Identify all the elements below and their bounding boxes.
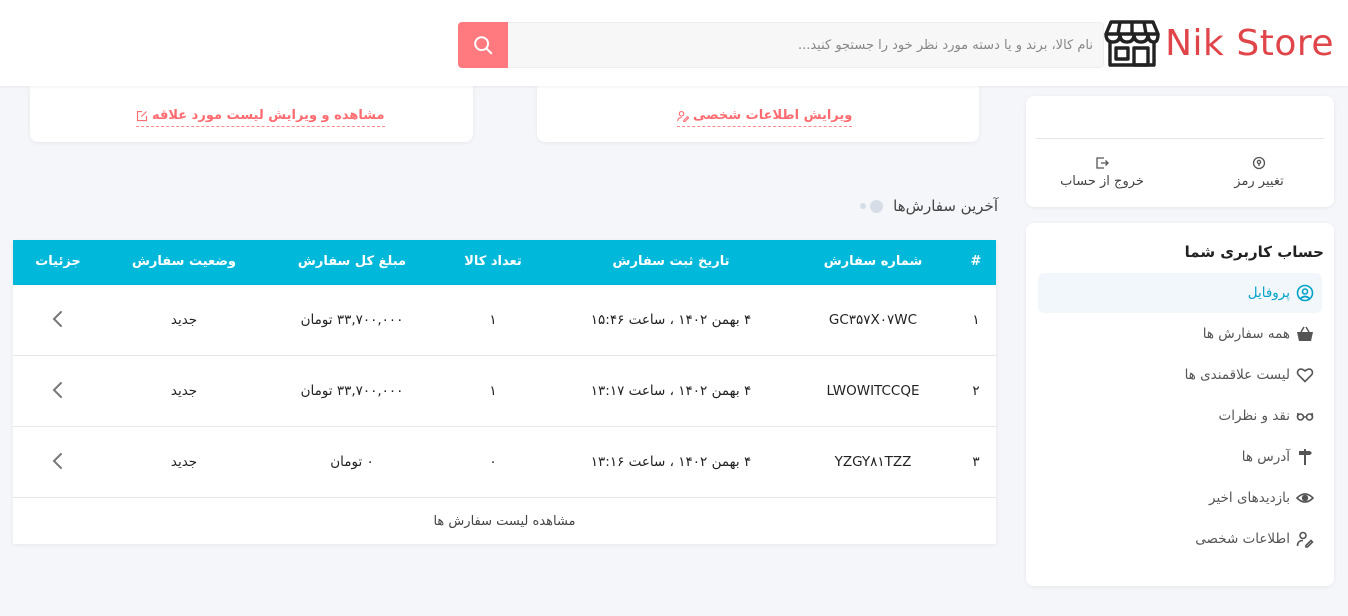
sidebar-item-label: لیست علاقمندی ها (1184, 367, 1290, 383)
cell-status: جدید (170, 454, 198, 470)
cell-index: ۱ (972, 312, 980, 328)
table-row: ۱ GC۳۵۷X۰۷WC ۴ بهمن ۱۴۰۲ ، ساعت ۱۵:۴۶ ۱ … (13, 285, 996, 356)
table-row: ۳ YZGY۸۱TZZ ۴ بهمن ۱۴۰۲ ، ساعت ۱۳:۱۶ ۰ ۰… (13, 427, 996, 498)
table-row: ۲ LWOWITCCQE ۴ بهمن ۱۴۰۲ ، ساعت ۱۳:۱۷ ۱ … (13, 356, 996, 427)
latest-orders-title: آخرین سفارش‌ها (860, 197, 998, 215)
user-edit-icon (677, 110, 689, 122)
orders-table: # شماره سفارش تاریخ ثبت سفارش تعداد کالا… (13, 240, 996, 544)
edit-icon (136, 110, 148, 121)
heart-icon (1296, 368, 1314, 383)
cell-date: ۴ بهمن ۱۴۰۲ ، ساعت ۱۵:۴۶ (590, 312, 752, 328)
logout-label: خروج از حساب (1060, 174, 1144, 189)
account-actions-card: تغییر رمز خروج از حساب (1026, 96, 1334, 207)
chevron-left-icon[interactable] (49, 309, 67, 329)
logout-button[interactable]: خروج از حساب (1032, 156, 1172, 189)
wishlist-link[interactable]: مشاهده و ویرایش لیست مورد علاقه (136, 108, 385, 127)
dot-icon (860, 203, 867, 209)
title-dots (860, 199, 884, 213)
sidebar-item-addresses[interactable]: آدرس ها (1038, 437, 1322, 477)
sidebar-item-label: نقد و نظرات (1218, 408, 1290, 424)
cell-qty: ۱ (489, 312, 497, 328)
sidebar-item-label: پروفایل (1247, 285, 1290, 301)
sidebar-item-reviews[interactable]: نقد و نظرات (1038, 396, 1322, 436)
cell-qty: ۰ (489, 454, 497, 470)
sidebar-item-personal-info[interactable]: اطلاعات شخصی (1038, 519, 1322, 559)
edit-personal-info-label: ویرایش اطلاعات شخصی (693, 108, 853, 123)
change-password-label: تغییر رمز (1234, 174, 1284, 189)
glasses-icon (1296, 412, 1314, 421)
sidebar-item-profile[interactable]: پروفایل (1038, 273, 1322, 313)
cell-total: ۳۳,۷۰۰,۰۰۰ تومان (300, 312, 404, 328)
col-details: جزئیات (35, 254, 81, 269)
col-index: # (970, 254, 982, 269)
sidebar-item-label: همه سفارش ها (1202, 326, 1290, 342)
view-all-orders-link[interactable]: مشاهده لیست سفارش ها (13, 499, 996, 544)
cell-index: ۳ (972, 454, 980, 470)
sidebar-title: حساب کاربری شما (1184, 243, 1324, 261)
col-order-no: شماره سفارش (823, 254, 923, 269)
cell-order-no: LWOWITCCQE (826, 383, 920, 399)
logout-icon (1096, 157, 1109, 169)
cell-order-no: YZGY۸۱TZZ (834, 454, 912, 470)
user-circle-icon (1296, 284, 1314, 302)
section-title-text: آخرین سفارش‌ها (893, 197, 998, 215)
site-header: Nik Store (0, 0, 1348, 86)
cell-order-no: GC۳۵۷X۰۷WC (828, 312, 918, 328)
table-header: # شماره سفارش تاریخ ثبت سفارش تعداد کالا… (13, 240, 996, 285)
personal-info-card: ویرایش اطلاعات شخصی (537, 86, 979, 142)
sidebar-item-label: اطلاعات شخصی (1195, 531, 1290, 547)
search-icon (474, 36, 493, 55)
divider (1036, 138, 1324, 139)
sidebar-item-label: بازدیدهای اخیر (1209, 490, 1290, 506)
search-bar (458, 22, 1104, 68)
change-password-button[interactable]: تغییر رمز (1189, 156, 1329, 189)
sidebar-item-recent-views[interactable]: بازدیدهای اخیر (1038, 478, 1322, 518)
eye-icon (1296, 493, 1314, 503)
user-edit-icon (1296, 531, 1314, 548)
cell-total: ۰ تومان (330, 454, 374, 470)
col-total: مبلغ کل سفارش (297, 254, 407, 269)
cell-index: ۲ (972, 383, 980, 399)
wishlist-link-label: مشاهده و ویرایش لیست مورد علاقه (152, 108, 385, 123)
wishlist-card: مشاهده و ویرایش لیست مورد علاقه (30, 86, 473, 142)
col-qty: تعداد کالا (464, 254, 522, 269)
search-button[interactable] (458, 22, 508, 68)
search-input[interactable] (508, 22, 1104, 68)
logo[interactable]: Nik Store (1103, 18, 1334, 68)
store-icon (1104, 20, 1160, 67)
sidebar-item-wishlist[interactable]: لیست علاقمندی ها (1038, 355, 1322, 395)
cell-date: ۴ بهمن ۱۴۰۲ ، ساعت ۱۳:۱۷ (590, 383, 752, 399)
edit-personal-info-link[interactable]: ویرایش اطلاعات شخصی (677, 108, 853, 127)
sidebar-item-label: آدرس ها (1241, 449, 1290, 465)
cell-total: ۳۳,۷۰۰,۰۰۰ تومان (300, 383, 404, 399)
cell-date: ۴ بهمن ۱۴۰۲ ، ساعت ۱۳:۱۶ (590, 454, 752, 470)
basket-icon (1297, 326, 1313, 341)
dot-icon (870, 199, 884, 213)
cell-status: جدید (170, 383, 198, 399)
col-status: وضعیت سفارش (131, 254, 237, 269)
signpost-icon (1299, 449, 1312, 465)
chevron-left-icon[interactable] (49, 380, 67, 400)
col-date: تاریخ ثبت سفارش (612, 254, 730, 269)
sidebar-item-orders[interactable]: همه سفارش ها (1038, 314, 1322, 354)
cell-status: جدید (170, 312, 198, 328)
key-icon (1252, 156, 1266, 170)
cell-qty: ۱ (489, 383, 497, 399)
logo-text: Nik Store (1165, 22, 1334, 64)
chevron-left-icon[interactable] (49, 451, 67, 471)
account-sidebar: حساب کاربری شما پروفایل همه سفارش ها لیس… (1026, 223, 1334, 586)
